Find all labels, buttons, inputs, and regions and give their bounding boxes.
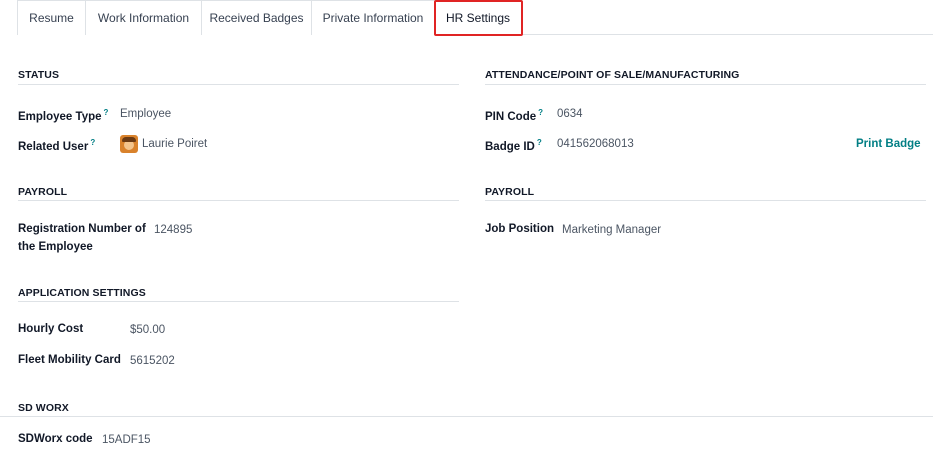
section-divider xyxy=(18,200,459,201)
related-user-field[interactable]: Laurie Poiret xyxy=(142,135,207,153)
help-icon[interactable]: ? xyxy=(90,138,95,147)
tab-resume[interactable]: Resume xyxy=(17,0,86,35)
section-title-sd-worx: SD WORX xyxy=(18,402,69,414)
section-title-payroll-right: PAYROLL xyxy=(485,186,535,198)
registration-number-label: Registration Number of xyxy=(18,223,146,235)
pin-code-field[interactable]: 0634 xyxy=(557,105,583,123)
help-icon[interactable]: ? xyxy=(537,138,542,147)
help-icon[interactable]: ? xyxy=(104,108,109,117)
job-position-label: Job Position xyxy=(485,223,554,235)
related-user-label: Related User? xyxy=(18,138,96,153)
tab-work-information[interactable]: Work Information xyxy=(86,0,202,35)
sdworx-code-field[interactable]: 15ADF15 xyxy=(102,431,151,449)
section-divider xyxy=(485,84,926,85)
section-title-status: STATUS xyxy=(18,69,60,81)
avatar xyxy=(120,135,138,153)
sdworx-code-label: SDWorx code xyxy=(18,433,93,445)
fleet-mobility-card-field[interactable]: 5615202 xyxy=(130,352,175,370)
tab-received-badges[interactable]: Received Badges xyxy=(202,0,312,35)
pin-code-label: PIN Code? xyxy=(485,108,544,123)
registration-number-label-line2: the Employee xyxy=(18,241,93,253)
hourly-cost-label: Hourly Cost xyxy=(18,323,84,335)
tab-private-information[interactable]: Private Information xyxy=(312,0,435,35)
notebook-tabs: Resume Work Information Received Badges … xyxy=(17,0,933,35)
section-divider xyxy=(0,416,933,417)
section-divider xyxy=(18,84,459,85)
section-title-application-settings: APPLICATION SETTINGS xyxy=(18,287,146,299)
employee-type-field[interactable]: Employee xyxy=(120,105,171,123)
print-badge-button[interactable]: Print Badge xyxy=(856,135,921,153)
registration-number-field[interactable]: 124895 xyxy=(154,221,192,239)
job-position-field[interactable]: Marketing Manager xyxy=(562,221,661,239)
badge-id-field[interactable]: 041562068013 xyxy=(557,135,634,153)
section-title-payroll: PAYROLL xyxy=(18,186,68,198)
fleet-mobility-card-label: Fleet Mobility Card xyxy=(18,354,121,366)
section-title-attendance: ATTENDANCE/POINT OF SALE/MANUFACTURING xyxy=(485,69,740,81)
employee-type-label: Employee Type? xyxy=(18,108,109,123)
tab-hr-settings[interactable]: HR Settings xyxy=(435,0,522,35)
hourly-cost-field[interactable]: $50.00 xyxy=(130,321,165,339)
help-icon[interactable]: ? xyxy=(538,108,543,117)
section-divider xyxy=(485,200,926,201)
section-divider xyxy=(18,301,459,302)
badge-id-label: Badge ID? xyxy=(485,138,542,153)
